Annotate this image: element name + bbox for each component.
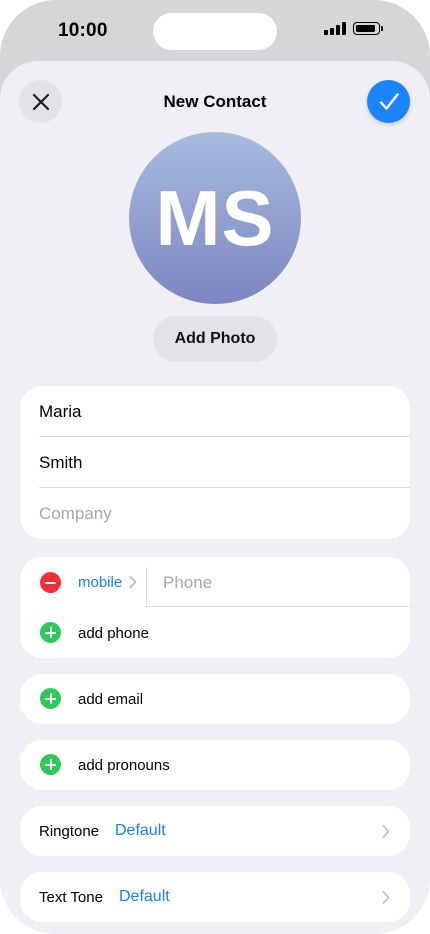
status-icons [324, 22, 383, 35]
ringtone-label: Ringtone [39, 823, 100, 840]
ringtone-value: Default [115, 822, 166, 839]
text-tone-label: Text Tone [39, 889, 103, 906]
avatar-initials: MS [155, 173, 275, 262]
phone-card: mobile add phone [20, 557, 410, 658]
add-phone-label: add phone [78, 625, 149, 642]
done-button[interactable] [367, 80, 410, 123]
chevron-right-icon [382, 825, 390, 838]
phone-label-selector[interactable]: mobile [78, 574, 122, 591]
checkmark-icon [379, 92, 399, 110]
text-tone-value: Default [119, 888, 170, 905]
add-email-label: add email [78, 691, 144, 708]
chevron-right-icon [382, 891, 390, 904]
remove-phone-icon[interactable] [40, 572, 61, 593]
signal-icon [324, 22, 346, 35]
device-frame: 10:00 New Contact MS Add Photo Maria Smi… [0, 0, 430, 934]
add-email-row[interactable]: add email [20, 674, 410, 724]
add-pronouns-row[interactable]: add pronouns [20, 740, 410, 790]
dynamic-island [153, 13, 277, 50]
battery-icon [353, 22, 383, 35]
name-card: Maria Smith Company [20, 386, 410, 539]
phone-input[interactable] [163, 570, 383, 596]
status-time: 10:00 [58, 20, 108, 41]
company-field[interactable]: Company [20, 488, 410, 539]
last-name-field[interactable]: Smith [20, 437, 410, 488]
phone-divider [146, 567, 147, 607]
add-circle-icon [40, 622, 61, 643]
add-circle-icon [40, 688, 61, 709]
page-title: New Contact [163, 92, 267, 111]
phone-row: mobile [20, 557, 410, 607]
add-pronouns-label: add pronouns [78, 757, 170, 774]
add-photo-button[interactable]: Add Photo [153, 316, 277, 362]
first-name-value: Maria [39, 401, 82, 421]
company-placeholder: Company [39, 503, 112, 523]
ringtone-row[interactable]: Ringtone Default [20, 806, 410, 856]
first-name-field[interactable]: Maria [20, 386, 410, 437]
status-bar: 10:00 [0, 0, 430, 62]
row-separator [146, 606, 410, 607]
add-phone-row[interactable]: add phone [20, 608, 410, 658]
add-circle-icon [40, 754, 61, 775]
text-tone-row[interactable]: Text Tone Default [20, 872, 410, 922]
contact-avatar[interactable]: MS [129, 132, 301, 304]
last-name-value: Smith [39, 452, 83, 472]
chevron-right-icon [129, 576, 137, 588]
